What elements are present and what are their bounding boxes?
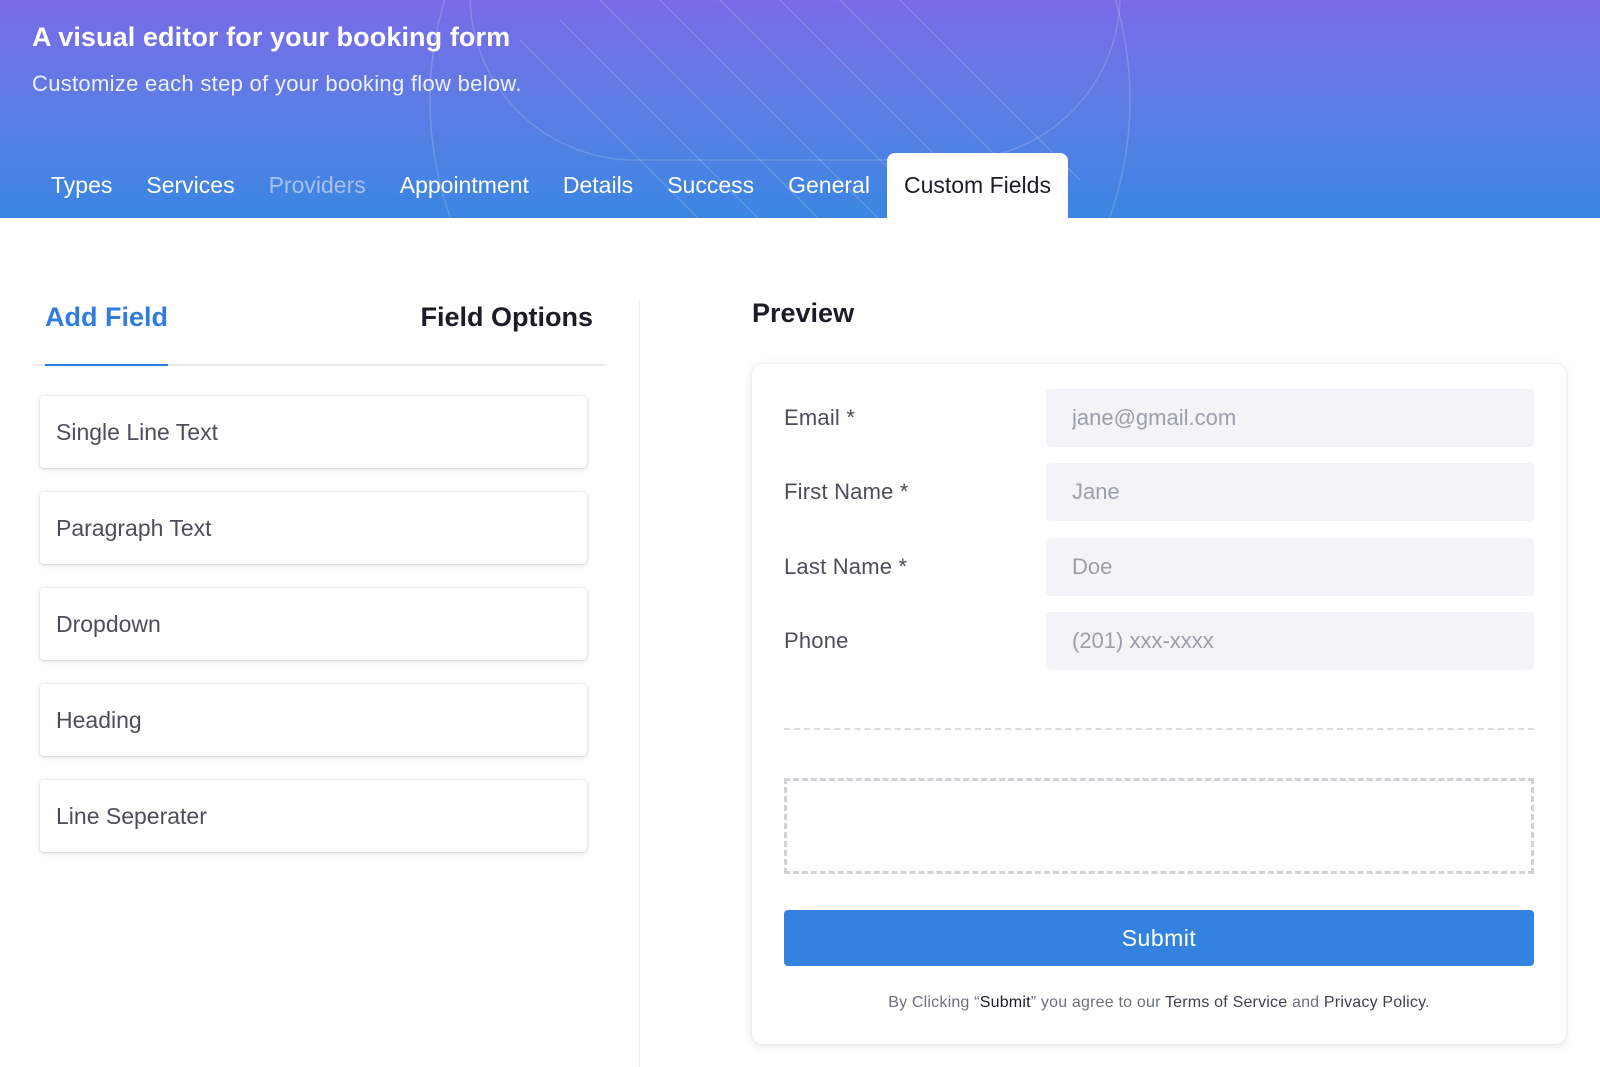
terms-suffix: . (1425, 994, 1430, 1011)
tab-success[interactable]: Success (650, 153, 771, 218)
tab-custom-fields[interactable]: Custom Fields (886, 153, 1068, 218)
field-drop-zone[interactable] (784, 778, 1534, 874)
preview-form-card: Email * First Name * Last Name * Phone S… (752, 364, 1566, 1044)
form-row-phone: Phone (784, 612, 1534, 670)
phone-field[interactable] (1046, 612, 1534, 670)
privacy-policy-link[interactable]: Privacy Policy (1324, 994, 1425, 1011)
form-divider (784, 728, 1534, 730)
first-name-label: First Name * (784, 479, 909, 504)
tab-field-options[interactable]: Field Options (421, 302, 594, 333)
tab-types[interactable]: Types (34, 153, 129, 218)
field-type-list: Single Line Text Paragraph Text Dropdown… (40, 396, 587, 876)
field-type-dropdown[interactable]: Dropdown (40, 588, 587, 660)
email-field[interactable] (1046, 389, 1534, 447)
form-row-last-name: Last Name * (784, 538, 1534, 596)
form-row-email: Email * (784, 389, 1534, 447)
page-title: A visual editor for your booking form (32, 22, 511, 52)
tab-add-field[interactable]: Add Field (45, 296, 168, 366)
page-subtitle: Customize each step of your booking flow… (32, 71, 522, 96)
terms-prefix: By Clicking “ (888, 994, 980, 1011)
last-name-label: Last Name * (784, 554, 908, 579)
form-row-first-name: First Name * (784, 463, 1534, 521)
submit-button[interactable]: Submit (784, 910, 1534, 966)
first-name-field[interactable] (1046, 463, 1534, 521)
tab-providers[interactable]: Providers (252, 153, 383, 218)
terms-middle: ” you agree to our (1030, 994, 1165, 1011)
panel-divider (639, 298, 640, 1067)
preview-title: Preview (752, 298, 855, 328)
last-name-field[interactable] (1046, 538, 1534, 596)
step-tabs: Types Services Providers Appointment Det… (34, 153, 1068, 218)
header-banner: A visual editor for your booking form Cu… (0, 0, 1600, 218)
field-type-heading[interactable]: Heading (40, 684, 587, 756)
email-label: Email * (784, 405, 856, 430)
tab-services[interactable]: Services (129, 153, 251, 218)
field-type-line-separator[interactable]: Line Seperater (40, 780, 587, 852)
tab-appointment[interactable]: Appointment (383, 153, 546, 218)
tab-general[interactable]: General (771, 153, 887, 218)
terms-of-service-link[interactable]: Terms of Service (1165, 994, 1287, 1011)
tab-details[interactable]: Details (546, 153, 650, 218)
field-type-single-line-text[interactable]: Single Line Text (40, 396, 587, 468)
terms-notice: By Clicking “Submit” you agree to our Te… (752, 994, 1566, 1012)
terms-submit-word: Submit (979, 994, 1031, 1011)
field-panel-tabs: Add Field Field Options (33, 296, 607, 366)
field-type-paragraph-text[interactable]: Paragraph Text (40, 492, 587, 564)
phone-label: Phone (784, 628, 849, 653)
terms-and: and (1287, 994, 1324, 1011)
